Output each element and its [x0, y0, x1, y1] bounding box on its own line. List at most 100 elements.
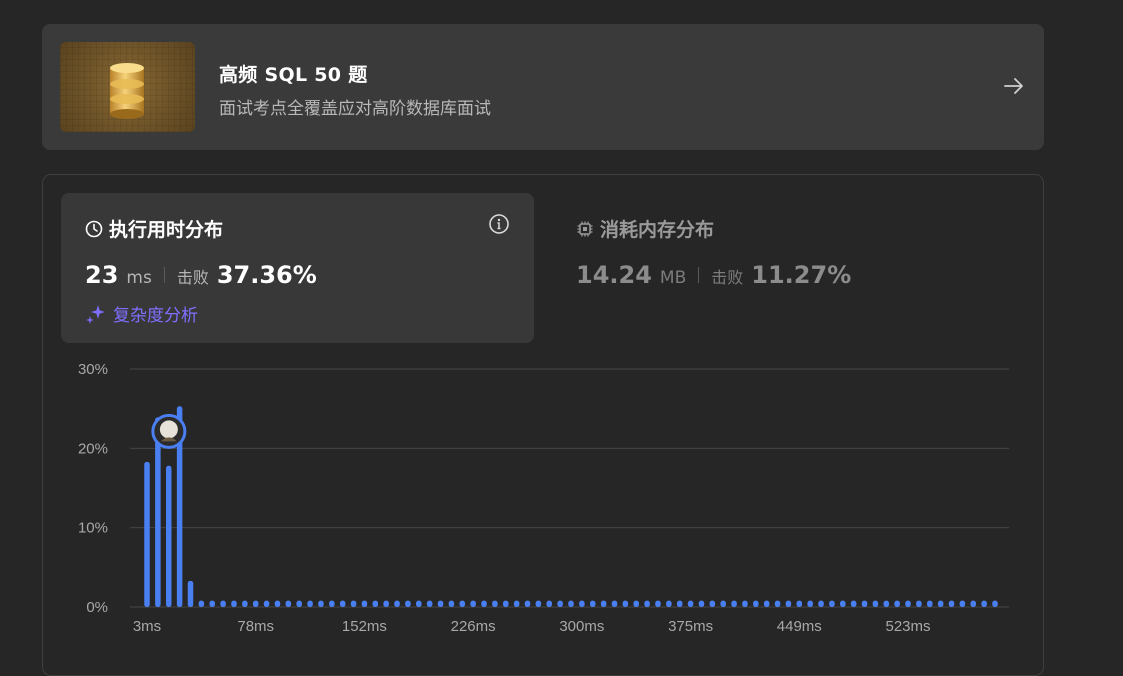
chart-bar[interactable]	[687, 600, 694, 607]
study-plan-thumbnail	[60, 42, 195, 132]
x-tick-label: 78ms	[237, 618, 274, 635]
chart-bar[interactable]	[220, 600, 226, 607]
chart-bar[interactable]	[361, 600, 368, 607]
study-plan-card[interactable]: 高频 SQL 50 题 面试考点全覆盖应对高阶数据库面试	[42, 24, 1044, 150]
chart-bar[interactable]	[611, 600, 618, 607]
chart-bar[interactable]	[416, 600, 422, 607]
runtime-distribution-tab[interactable]: 执行用时分布 23 ms 击败 37.36% 复杂度分析	[61, 193, 534, 343]
chart-bar[interactable]	[307, 600, 313, 607]
chart-bar[interactable]	[796, 600, 803, 607]
memory-distribution-tab[interactable]: 消耗内存分布 14.24 MB 击败 11.27%	[576, 193, 1016, 343]
chart-bar[interactable]	[481, 600, 487, 607]
chart-bar[interactable]	[666, 600, 672, 607]
chart-bar[interactable]	[937, 600, 944, 607]
chart-bar[interactable]	[600, 600, 607, 607]
chart-bar[interactable]	[709, 600, 716, 607]
chart-bar[interactable]	[503, 600, 509, 607]
arrow-right-icon[interactable]	[1002, 74, 1026, 98]
chart-bar[interactable]	[872, 600, 879, 607]
chart-bar[interactable]	[894, 600, 900, 607]
complexity-analysis-label: 复杂度分析	[113, 306, 198, 326]
chart-bar[interactable]	[753, 600, 759, 607]
memory-value: 14.24	[576, 261, 652, 289]
memory-unit: MB	[659, 268, 687, 288]
chart-bar[interactable]	[144, 461, 150, 607]
chart-bar[interactable]	[633, 600, 639, 607]
x-tick-label: 3ms	[133, 618, 161, 635]
chart-bar[interactable]	[329, 600, 335, 607]
chart-bar[interactable]	[242, 600, 248, 607]
chart-bar[interactable]	[970, 600, 977, 607]
chart-bar[interactable]	[916, 600, 922, 607]
chart-bar[interactable]	[209, 600, 215, 607]
chart-bar[interactable]	[655, 600, 661, 607]
chart-bar[interactable]	[252, 600, 259, 607]
chart-bar[interactable]	[198, 600, 205, 607]
chart-bar[interactable]	[546, 600, 553, 607]
x-tick-label: 449ms	[777, 618, 822, 635]
chart-bar[interactable]	[981, 600, 987, 607]
chart-bar[interactable]	[437, 600, 444, 607]
chart-bar[interactable]	[263, 600, 270, 607]
chart-bar[interactable]	[589, 600, 596, 607]
chart-bar[interactable]	[448, 600, 455, 607]
sparkle-icon	[86, 304, 105, 324]
chart-bar[interactable]	[405, 600, 411, 607]
chart-bar[interactable]	[644, 600, 650, 607]
divider	[698, 267, 700, 283]
chart-bar[interactable]	[394, 600, 400, 607]
chart-bar[interactable]	[774, 600, 781, 607]
chart-bar[interactable]	[383, 600, 389, 607]
x-tick-label: 300ms	[559, 618, 604, 635]
chart-bar[interactable]	[513, 600, 520, 607]
chart-bar[interactable]	[992, 600, 998, 607]
chart-bar[interactable]	[698, 600, 705, 607]
chart-bar[interactable]	[622, 600, 629, 607]
chart-bar[interactable]	[339, 600, 346, 607]
chart-bar[interactable]	[350, 600, 357, 607]
memory-percent: 11.27%	[751, 261, 852, 289]
memory-title-label: 消耗内存分布	[600, 219, 715, 241]
runtime-distribution-chart[interactable]: 0% 10% 20% 30% 3ms 78ms 152ms 226ms 300ms 375ms 44…	[60, 355, 1040, 653]
chart-bar[interactable]	[883, 600, 890, 607]
chart-bar[interactable]	[807, 600, 813, 607]
chart-bar[interactable]	[187, 580, 194, 607]
chart-bar[interactable]	[274, 600, 281, 607]
chart-bar[interactable]	[840, 600, 846, 607]
chart-bar[interactable]	[470, 600, 476, 607]
chart-bar[interactable]	[557, 600, 563, 607]
chart-bar[interactable]	[459, 600, 466, 607]
chart-bar[interactable]	[905, 600, 911, 607]
chart-bar[interactable]	[285, 600, 292, 607]
chart-bar[interactable]	[763, 600, 770, 607]
chart-bar[interactable]	[927, 600, 933, 607]
chart-bar[interactable]	[818, 600, 824, 607]
chart-bar[interactable]	[731, 600, 737, 607]
info-icon[interactable]	[488, 213, 510, 235]
chart-bar[interactable]	[948, 600, 955, 607]
chart-bar[interactable]	[742, 600, 748, 607]
chart-bar[interactable]	[492, 600, 498, 607]
chart-bar[interactable]	[231, 600, 237, 607]
runtime-beats-label: 击败	[176, 268, 209, 287]
chart-bar[interactable]	[318, 600, 324, 607]
user-avatar-icon	[151, 413, 187, 449]
complexity-analysis-link[interactable]: 复杂度分析	[85, 301, 198, 326]
chart-bar[interactable]	[426, 600, 433, 607]
chart-bar[interactable]	[829, 600, 835, 607]
chart-bar[interactable]	[165, 465, 172, 607]
chart-bar[interactable]	[850, 600, 857, 607]
x-tick-label: 226ms	[451, 618, 496, 635]
chart-bar[interactable]	[720, 600, 726, 607]
chart-bar[interactable]	[524, 600, 531, 607]
chart-bar[interactable]	[535, 600, 542, 607]
chart-bar[interactable]	[959, 600, 966, 607]
chart-bar[interactable]	[579, 600, 585, 607]
runtime-title: 执行用时分布	[85, 215, 223, 242]
chart-bar[interactable]	[676, 600, 683, 607]
chart-bar[interactable]	[296, 600, 302, 607]
chart-bar[interactable]	[861, 600, 868, 607]
chart-bar[interactable]	[372, 600, 379, 607]
chart-bar[interactable]	[785, 600, 792, 607]
chart-bar[interactable]	[568, 600, 574, 607]
